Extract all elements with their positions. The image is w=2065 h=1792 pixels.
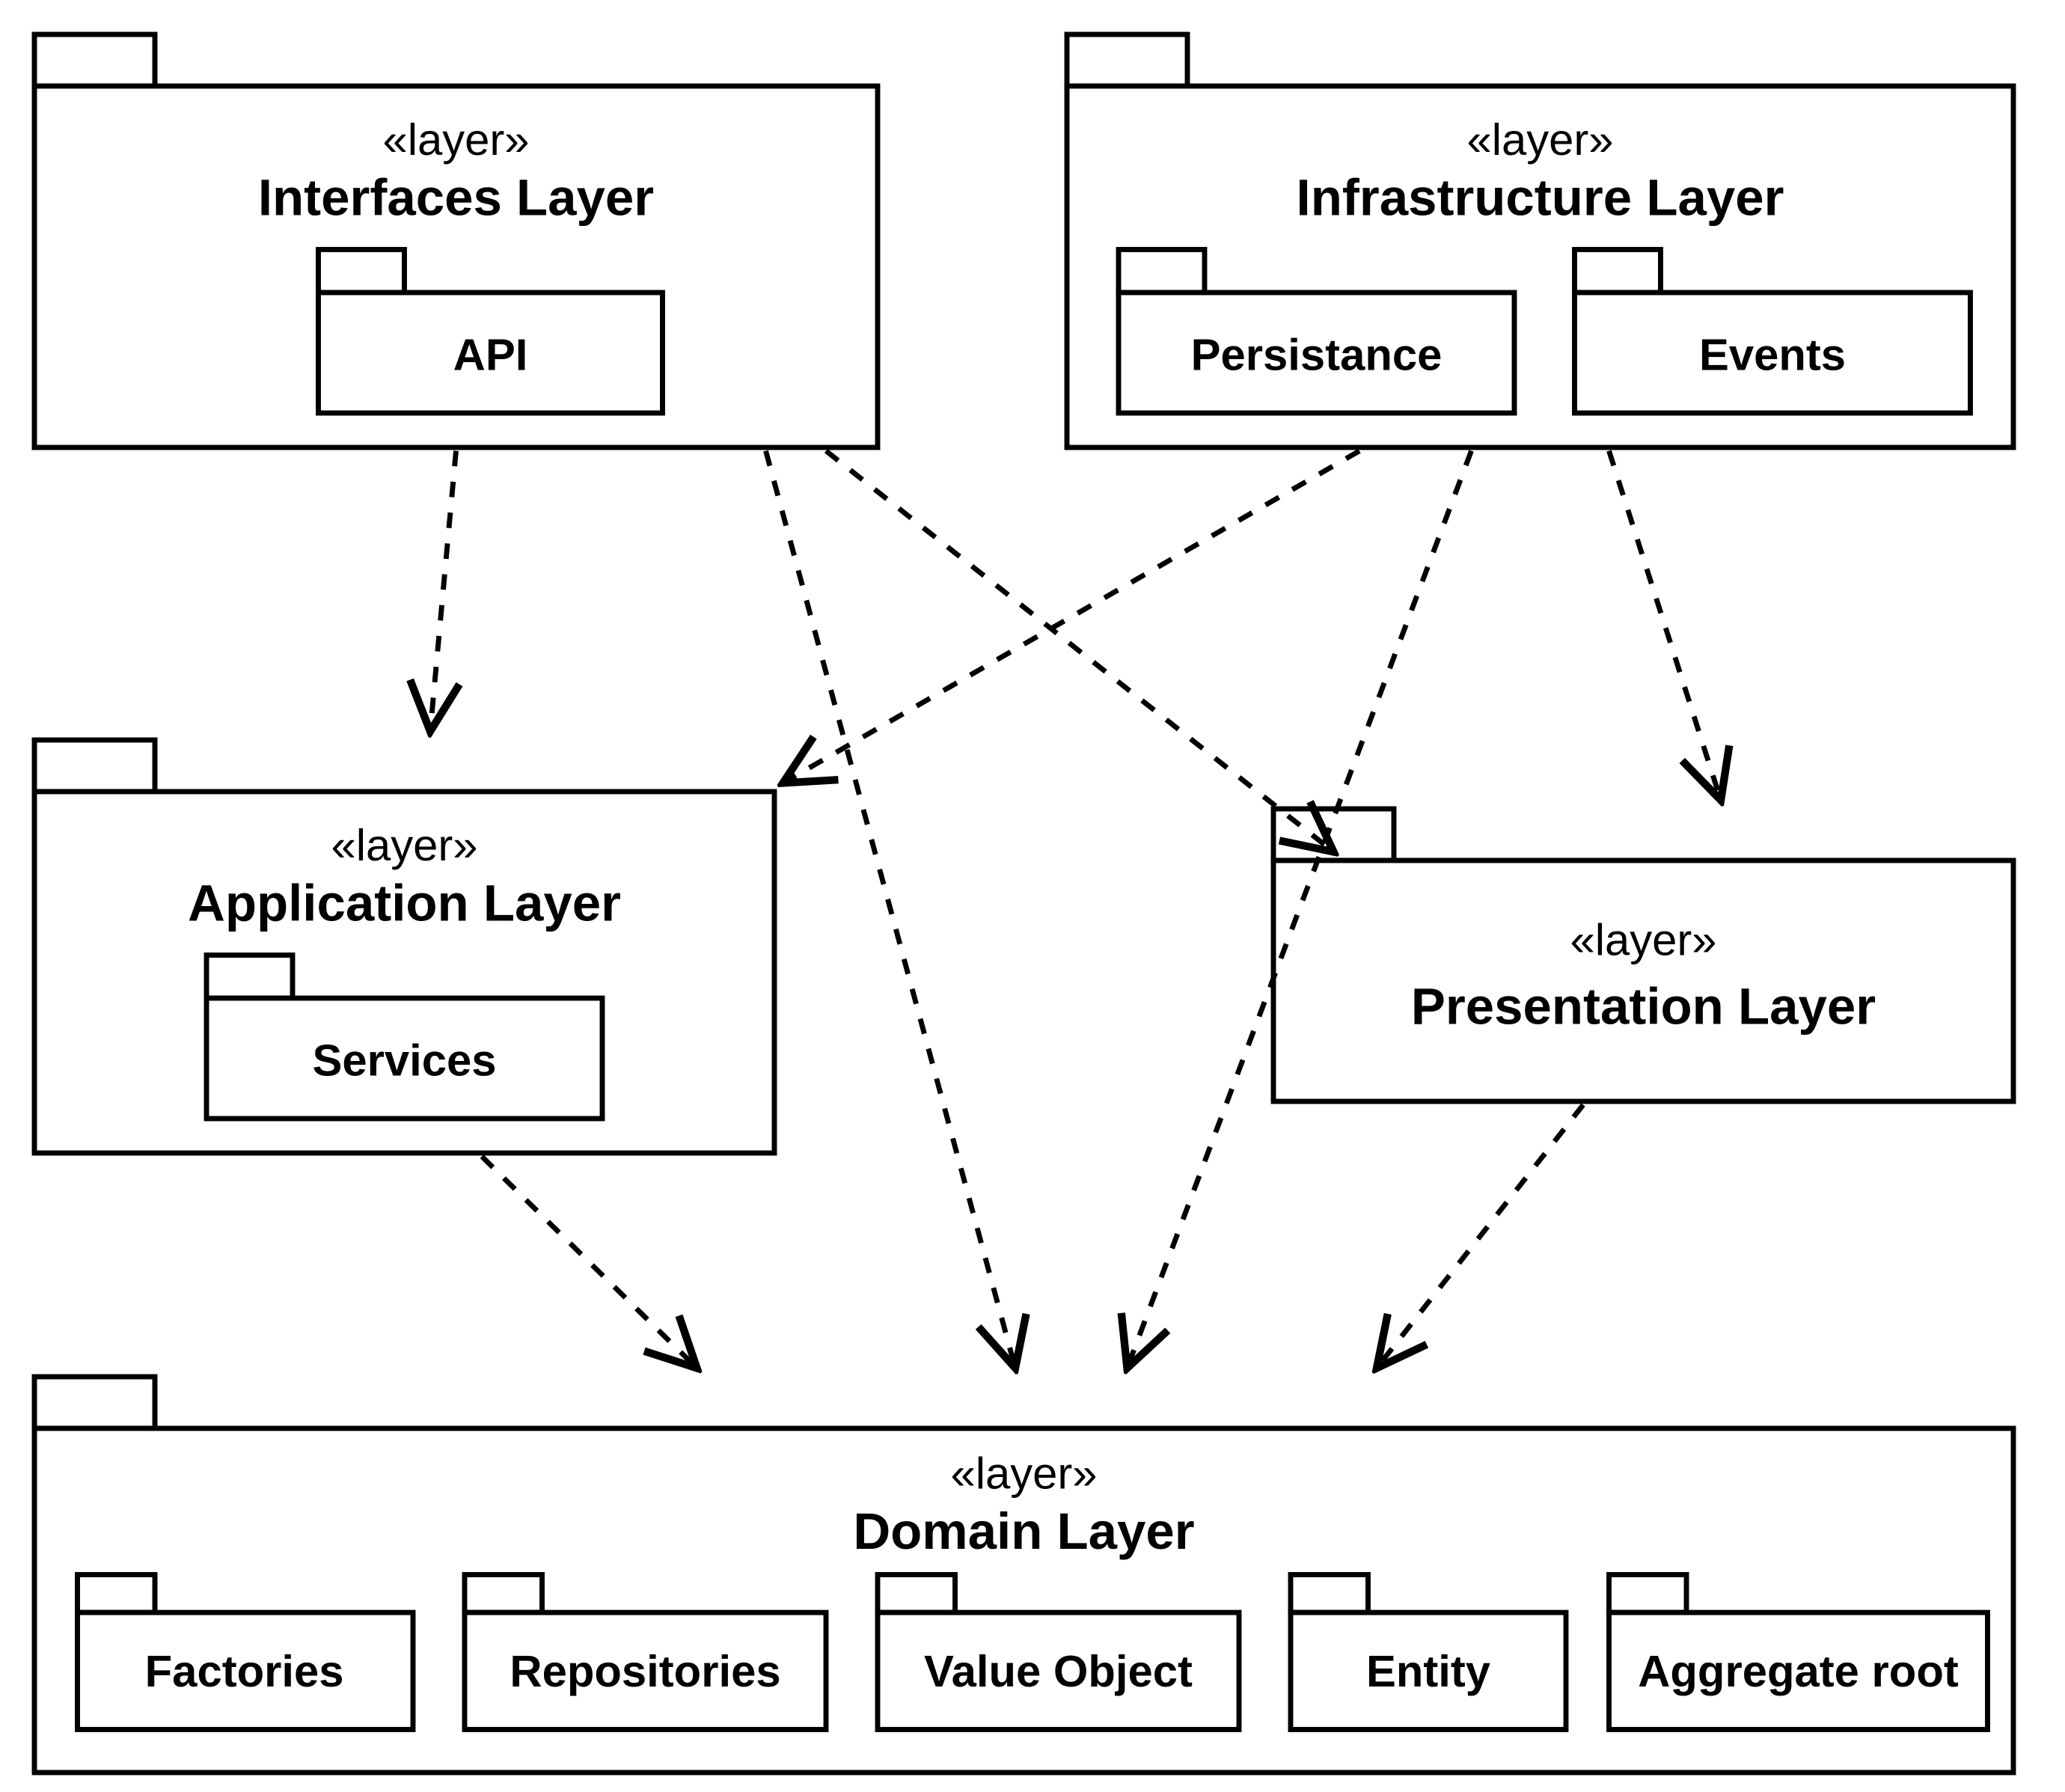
dep-interfaces-domain (766, 451, 1016, 1369)
entity-label: Entity (1366, 1646, 1490, 1696)
infrastructure-stereotype: «layer» (1466, 114, 1613, 165)
dep-infrastructure-presentation (1609, 451, 1722, 801)
factories-label: Factories (145, 1646, 344, 1696)
events-label: Events (1699, 330, 1846, 380)
services-label: Services (312, 1036, 496, 1086)
interfaces-stereotype: «layer» (382, 114, 529, 165)
repositories-label: Repositories (510, 1646, 780, 1696)
api-label: API (453, 330, 528, 380)
aggregate-root-label: Aggregate root (1638, 1646, 1959, 1696)
presentation-layer-package: «layer» Presentation Layer (1273, 809, 2013, 1101)
dep-infrastructure-application (783, 451, 1360, 783)
dep-interfaces-presentation (826, 451, 1334, 852)
domain-layer-package: «layer» Domain Layer Factories Repositor… (34, 1377, 2013, 1773)
value-object-label: Value Object (924, 1646, 1193, 1696)
uml-diagram: «layer» Interfaces Layer API «layer» Inf… (0, 0, 2065, 1792)
presentation-stereotype: «layer» (1570, 915, 1716, 965)
domain-title: Domain Layer (853, 1502, 1194, 1560)
dep-interfaces-application (430, 451, 456, 732)
application-title: Application Layer (188, 875, 621, 932)
domain-stereotype: «layer» (950, 1449, 1097, 1499)
infrastructure-layer-package: «layer» Infrastructure Layer Persistance… (1067, 34, 2013, 447)
dep-presentation-domain (1377, 1105, 1583, 1369)
application-stereotype: «layer» (331, 820, 477, 870)
persistance-label: Persistance (1191, 330, 1443, 380)
infrastructure-title: Infrastructure Layer (1297, 169, 1784, 227)
interfaces-layer-package: «layer» Interfaces Layer API (34, 34, 878, 447)
interfaces-title: Interfaces Layer (258, 169, 654, 227)
application-layer-package: «layer» Application Layer Services (34, 740, 774, 1153)
dep-application-domain (482, 1157, 697, 1369)
presentation-title: Presentation Layer (1411, 978, 1876, 1036)
